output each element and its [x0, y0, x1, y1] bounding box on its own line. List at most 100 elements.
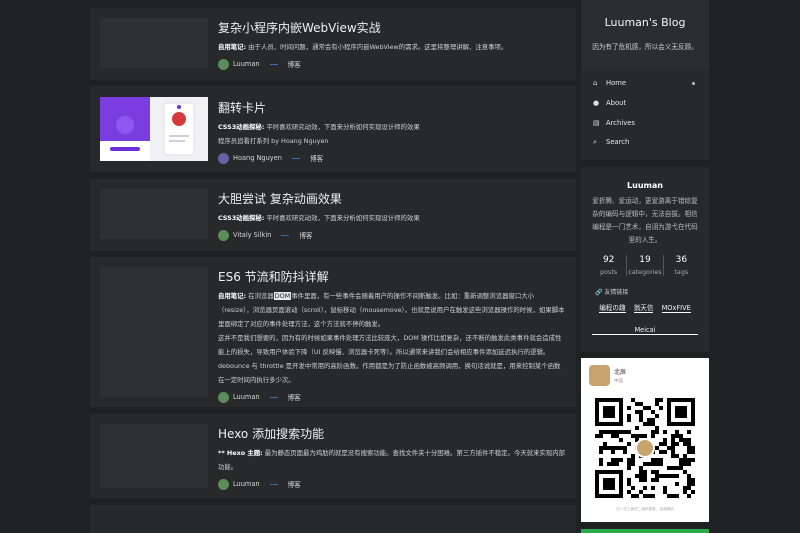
meta-divider	[269, 396, 278, 398]
stat-categories[interactable]: 19 categories	[626, 255, 662, 276]
nav-label: Home	[606, 79, 627, 87]
friend-links: 编程の趣 翁天信 MOxFIVE Meicai	[589, 302, 701, 335]
excerpt-label: 自用笔记:	[218, 43, 247, 51]
post-card[interactable]: Hexo 添加搜索功能 ** Hexo 主题: 最为静态页面最为鸡肋的就是没有搜…	[90, 414, 576, 498]
author-avatar	[218, 391, 229, 403]
wechat-qr-card: 北辰 中国 扫一扫上面的二维码图案，加我微信	[581, 358, 709, 522]
post-author[interactable]: Luuman	[233, 393, 260, 401]
active-indicator	[692, 81, 695, 85]
excerpt-text: 最为静态页面最为鸡肋的就是没有搜索功能。查找文件夹十分困难。第三方插件不稳定。今…	[218, 449, 566, 471]
stat-posts[interactable]: 92 posts	[591, 255, 626, 276]
blog-title[interactable]: Luuman's Blog	[581, 16, 709, 29]
meta-divider	[291, 157, 300, 159]
excerpt-label: CSS3动画探秘:	[218, 214, 265, 222]
stat-count: 19	[639, 255, 651, 265]
excerpt-label: ** Hexo 主题:	[218, 449, 263, 457]
post-card[interactable]: 翻转卡片 CSS3动画探秘: 平时喜欢研究动效，下面来分析如何实现设计师的效果 …	[90, 86, 576, 172]
author-avatar	[218, 478, 229, 490]
post-thumbnail[interactable]	[100, 267, 208, 397]
post-thumbnail[interactable]	[100, 97, 208, 161]
post-meta: Vitaly Silkin 博客	[218, 229, 566, 241]
home-icon: ⌂	[593, 79, 598, 87]
post-meta: Luuman 博客	[218, 478, 566, 490]
excerpt-extra: 程序员追看打系列 by Hoang Nguyen	[218, 137, 329, 145]
excerpt-paragraph: 这并不是我们想要的，因为有的时候如果事件处理方法比较庞大，DOM 操作比如复杂，…	[218, 334, 562, 356]
stat-tags[interactable]: 36 tags	[662, 255, 699, 276]
post-meta: Hoang Nguyen 博客	[218, 152, 566, 164]
post-author[interactable]: Hoang Nguyen	[233, 154, 282, 162]
post-card[interactable]: ES6 节流和防抖详解 自用笔记: 在浏览器DOM事件里面，有一些事件会随着用户…	[90, 257, 576, 407]
nav-label: Archives	[606, 119, 635, 127]
post-title[interactable]: ES6 节流和防抖详解	[218, 268, 566, 285]
excerpt-paragraph: debounce 与 throttle 是开发中常用的高阶函数。作用都是为了防止…	[218, 362, 561, 384]
user-icon: ●	[593, 99, 600, 107]
post-category[interactable]: 博客	[299, 230, 312, 240]
links-heading-label: 友情链接	[604, 289, 629, 296]
post-category[interactable]: 博客	[288, 479, 301, 489]
site-nav: ⌂ Home ● About ▤ Archives ⌕ Search	[581, 70, 709, 160]
nav-label: About	[606, 99, 627, 107]
author-avatar	[218, 152, 229, 164]
post-category[interactable]: 博客	[288, 392, 301, 402]
stat-label: posts	[600, 268, 618, 276]
nav-label: Search	[606, 138, 630, 146]
footer-accent	[581, 529, 709, 533]
nav-search[interactable]: ⌕ Search	[593, 137, 697, 147]
thumbnail-pane	[100, 97, 150, 161]
post-meta: Luuman 博客	[218, 391, 566, 403]
post-thumbnail[interactable]	[100, 424, 208, 488]
post-category[interactable]: 博客	[288, 59, 301, 69]
post-author[interactable]: Luuman	[233, 60, 260, 68]
qr-code-icon	[595, 398, 695, 498]
excerpt-text: 在浏览器	[248, 292, 274, 300]
post-title[interactable]: 大胆尝试 复杂动画效果	[218, 190, 566, 207]
post-thumbnail[interactable]	[100, 189, 208, 239]
post-card[interactable]: 复杂小程序内嵌WebView实战 自用笔记: 由于人员、时间问题，通常会有小程序…	[90, 8, 576, 80]
excerpt-text: 平时喜欢研究动效，下面来分析如何实现设计师的效果	[266, 214, 420, 222]
post-excerpt: CSS3动画探秘: 平时喜欢研究动效，下面来分析如何实现设计师的效果	[218, 211, 566, 225]
author-avatar	[218, 58, 229, 70]
post-excerpt: CSS3动画探秘: 平时喜欢研究动效，下面来分析如何实现设计师的效果 程序员追看…	[218, 120, 566, 148]
stat-count: 92	[602, 255, 615, 265]
qr-location: 中国	[614, 379, 623, 384]
card-illustration-icon	[100, 116, 150, 161]
post-title[interactable]: Hexo 添加搜索功能	[218, 425, 566, 442]
post-excerpt: 自用笔记: 由于人员、时间问题，通常会有小程序内嵌WebView的需求。这里将整…	[218, 40, 566, 54]
code-highlight: DOM	[273, 292, 292, 300]
friend-link[interactable]: 翁天信	[633, 304, 654, 313]
friend-link[interactable]: Meicai	[634, 326, 656, 335]
post-excerpt: ** Hexo 主题: 最为静态页面最为鸡肋的就是没有搜索功能。查找文件夹十分困…	[218, 446, 566, 474]
qr-name: 北辰	[614, 369, 627, 376]
qr-hint: 扫一扫上面的二维码图案，加我微信	[616, 507, 674, 511]
archive-icon: ▤	[593, 119, 600, 127]
card-illustration-icon	[163, 102, 195, 156]
author-bio: 爱折腾、爱运动，更爱游离于错综复杂的编码与逻辑中，无法自拔。相信编程是一门艺术，…	[592, 197, 698, 244]
thumbnail-pane	[150, 97, 208, 161]
site-brand: Luuman's Blog 因为有了危机感，所以会义无反顾。	[581, 0, 709, 70]
friend-link[interactable]: 编程の趣	[599, 304, 626, 313]
post-author[interactable]: Vitaly Silkin	[233, 231, 271, 239]
stat-label: categories	[628, 268, 662, 276]
excerpt-label: CSS3动画探秘:	[218, 123, 265, 131]
post-category[interactable]: 博客	[310, 153, 323, 163]
post-card[interactable]	[90, 505, 576, 533]
search-icon: ⌕	[593, 137, 597, 146]
excerpt-label: 自用笔记:	[218, 292, 247, 300]
nav-about[interactable]: ● About	[593, 98, 697, 108]
nav-home[interactable]: ⌂ Home	[593, 78, 697, 88]
qr-avatar	[589, 365, 610, 386]
post-card[interactable]: 大胆尝试 复杂动画效果 CSS3动画探秘: 平时喜欢研究动效，下面来分析如何实现…	[90, 179, 576, 251]
excerpt-text: 平时喜欢研究动效，下面来分析如何实现设计师的效果	[266, 123, 420, 131]
post-title[interactable]: 翻转卡片	[218, 99, 566, 116]
meta-divider	[269, 63, 278, 65]
post-thumbnail[interactable]	[100, 18, 208, 68]
nav-archives[interactable]: ▤ Archives	[593, 118, 697, 128]
site-stats: 92 posts 19 categories 36 tags	[591, 255, 699, 276]
post-meta: Luuman 博客	[218, 58, 566, 70]
friend-link[interactable]: MOxFIVE	[661, 304, 691, 313]
stat-label: tags	[674, 268, 689, 276]
post-title[interactable]: 复杂小程序内嵌WebView实战	[218, 19, 566, 36]
author-name: Luuman	[627, 181, 663, 190]
links-heading: 🔗 友情链接	[595, 287, 628, 296]
post-author[interactable]: Luuman	[233, 480, 260, 488]
